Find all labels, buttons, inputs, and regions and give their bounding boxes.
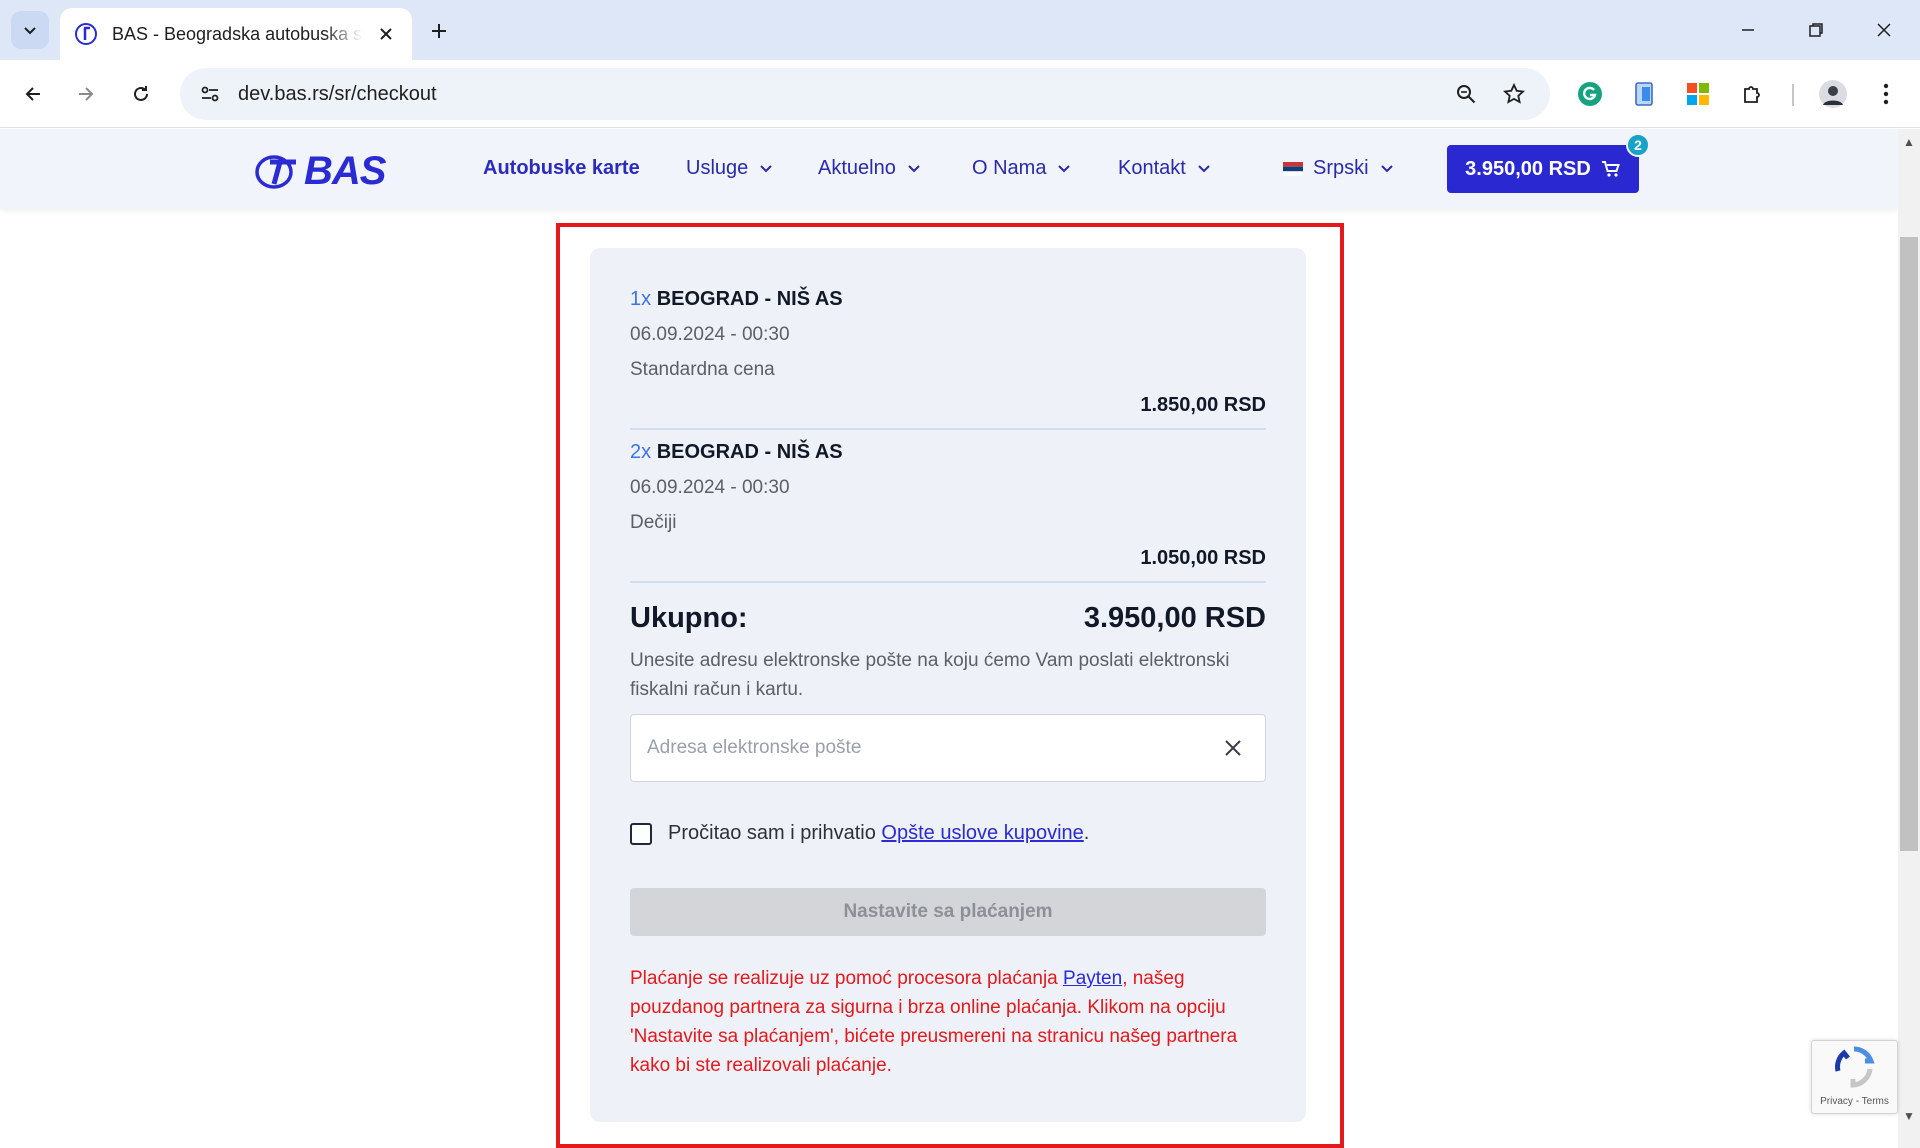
nav-services[interactable]: Usluge (686, 157, 772, 180)
item-title: 1x BEOGRAD - NIŠ AS (630, 288, 1266, 311)
nav-bus-tickets-label: Autobuske karte (483, 157, 640, 179)
cart-button[interactable]: 3.950,00 RSD (1447, 145, 1639, 193)
cart-item: 2x BEOGRAD - NIŠ AS 06.09.2024 - 00:30 D… (630, 441, 1266, 569)
nav-news[interactable]: Aktuelno (818, 157, 920, 180)
bas-favicon-icon (75, 23, 97, 45)
nav-about[interactable]: O Nama (972, 157, 1071, 180)
chevron-down-icon (24, 27, 36, 35)
tab-title: BAS - Beogradska autobuska stanica (112, 23, 362, 44)
clear-email-icon[interactable] (1217, 732, 1249, 764)
item-fare-type: Standardna cena (630, 359, 775, 380)
bas-logo[interactable]: BAS (254, 149, 386, 194)
nav-services-label: Usluge (686, 157, 749, 179)
address-bar[interactable]: dev.bas.rs/sr/checkout (180, 68, 1550, 120)
terms-row: Pročitao sam i prihvatio Opšte uslove ku… (630, 822, 1089, 845)
cart-item: 1x BEOGRAD - NIŠ AS 06.09.2024 - 00:30 S… (630, 288, 1266, 416)
payten-link[interactable]: Payten (1063, 968, 1122, 989)
browser-tab[interactable]: BAS - Beogradska autobuska stanica (60, 8, 412, 60)
total-label: Ukupno: (630, 602, 748, 634)
scroll-up-arrow-icon[interactable]: ▲ (1898, 132, 1920, 152)
payment-info-text: Plaćanje se realizuje uz pomoć procesora… (630, 968, 1064, 989)
terms-text: Pročitao sam i prihvatio (668, 822, 882, 844)
continue-to-payment-button[interactable]: Nastavite sa plaćanjem (630, 888, 1266, 936)
chevron-down-icon (908, 164, 920, 173)
scroll-down-arrow-icon[interactable]: ▼ (1898, 1106, 1920, 1126)
arrow-left-icon (25, 87, 40, 101)
site-settings-icon[interactable] (184, 68, 236, 120)
url-text: dev.bas.rs/sr/checkout (238, 82, 437, 105)
item-fare-type: Dečiji (630, 512, 677, 533)
email-field[interactable] (647, 737, 1217, 759)
item-quantity: 1x (630, 288, 652, 310)
microsoft-extension-icon[interactable] (1678, 74, 1718, 114)
item-divider (630, 428, 1266, 430)
terms-link[interactable]: Opšte uslove kupovine (881, 822, 1083, 845)
item-title: 2x BEOGRAD - NIŠ AS (630, 441, 1266, 464)
nav-language-label: Srpski (1313, 157, 1369, 179)
email-info-text: Unesite adresu elektronske pošte na koju… (630, 650, 1230, 700)
checkout-summary-card: 1x BEOGRAD - NIŠ AS 06.09.2024 - 00:30 S… (590, 248, 1306, 1122)
nav-news-label: Aktuelno (818, 157, 896, 179)
chevron-down-icon (760, 164, 772, 173)
grammarly-extension-icon[interactable] (1570, 74, 1610, 114)
browser-menu-icon[interactable] (1866, 74, 1906, 114)
close-icon (1877, 23, 1891, 37)
reload-button[interactable] (121, 74, 161, 114)
tab-close-icon[interactable] (374, 22, 398, 46)
browser-tab-bar: BAS - Beogradska autobuska stanica (0, 0, 1920, 60)
chevron-down-icon (1058, 164, 1071, 173)
page-scrollbar-thumb[interactable] (1900, 237, 1918, 851)
terms-period: . (1083, 822, 1090, 844)
recaptcha-icon (1835, 1046, 1875, 1088)
item-route: BEOGRAD - NIŠ AS (656, 441, 843, 463)
serbian-flag-icon (1283, 161, 1303, 176)
minimize-icon (1742, 29, 1754, 31)
item-price: 1.050,00 RSD (1140, 547, 1266, 569)
restore-button[interactable] (1788, 6, 1844, 54)
payment-info-note: Plaćanje se realizuje uz pomoć procesora… (630, 964, 1266, 1080)
zoom-icon[interactable] (1446, 74, 1486, 114)
nav-contact-label: Kontakt (1118, 157, 1186, 179)
minimize-button[interactable] (1720, 6, 1776, 54)
restore-icon (1809, 23, 1823, 37)
nav-contact[interactable]: Kontakt (1118, 157, 1210, 180)
nav-bus-tickets[interactable]: Autobuske karte (483, 157, 640, 180)
item-datetime: 06.09.2024 - 00:30 (630, 477, 790, 498)
site-header: BAS Autobuske karte Usluge Aktuelno O Na… (0, 129, 1898, 209)
toolbar-separator (1792, 84, 1794, 106)
phone-link-extension-icon[interactable] (1624, 74, 1664, 114)
email-field-wrapper (630, 714, 1266, 782)
nav-about-label: O Nama (972, 157, 1047, 179)
terms-checkbox[interactable] (630, 822, 652, 845)
browser-toolbar: dev.bas.rs/sr/checkout (0, 60, 1920, 128)
recaptcha-text[interactable]: Privacy - Terms (1812, 1096, 1897, 1107)
chevron-down-icon (1198, 164, 1210, 173)
tab-search-button[interactable] (11, 11, 49, 49)
new-tab-button[interactable] (422, 14, 456, 48)
chevron-down-icon (1380, 164, 1393, 173)
bookmark-star-icon[interactable] (1494, 74, 1534, 114)
nav-language[interactable]: Srpski (1283, 157, 1393, 180)
item-datetime: 06.09.2024 - 00:30 (630, 324, 790, 345)
item-price: 1.850,00 RSD (1140, 394, 1266, 416)
bas-logo-icon (255, 154, 296, 189)
back-button[interactable] (13, 74, 53, 114)
item-divider (630, 581, 1266, 583)
cart-icon (1601, 161, 1620, 177)
recaptcha-badge[interactable]: Privacy - Terms (1811, 1040, 1898, 1114)
profile-avatar[interactable] (1813, 74, 1853, 114)
forward-button[interactable] (66, 74, 106, 114)
arrow-right-icon (79, 87, 94, 101)
item-route: BEOGRAD - NIŠ AS (656, 288, 843, 310)
total-value: 3.950,00 RSD (1083, 602, 1266, 634)
logo-text: BAS (304, 149, 386, 193)
plus-icon (432, 24, 446, 38)
extensions-puzzle-icon[interactable] (1733, 74, 1773, 114)
item-quantity: 2x (630, 441, 652, 463)
cart-total: 3.950,00 RSD (1465, 157, 1591, 180)
close-window-button[interactable] (1856, 6, 1912, 54)
reload-icon (134, 86, 148, 101)
cart-count-badge: 2 (1626, 133, 1650, 157)
